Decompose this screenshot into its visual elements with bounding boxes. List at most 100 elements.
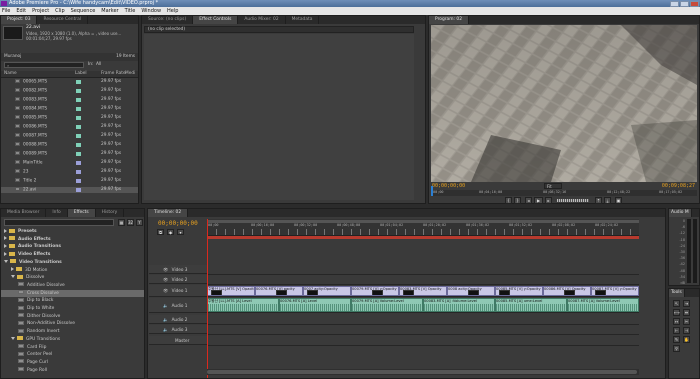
track-video3[interactable]: 👁 Video 3 [149,265,207,274]
effects-folder[interactable]: Video Effects [1,251,144,258]
speaker-icon[interactable]: 🔈 [163,327,168,332]
label-color-swatch[interactable] [76,152,81,156]
tab-project[interactable]: Project: 03 [1,16,38,24]
menu-project[interactable]: Project [32,7,49,15]
extract-button[interactable]: ⤓ [604,197,611,204]
audio-clip[interactable]: 00079.MTS [A] Volume:Level [351,298,423,312]
mark-in-button[interactable]: { [505,197,512,204]
yuv-effects-icon[interactable]: Y [136,219,143,226]
project-item-row[interactable]: 00085.MTS 29.97 fps [1,115,138,121]
menu-clip[interactable]: Clip [55,7,64,15]
minimize-button[interactable] [670,0,679,7]
label-color-swatch[interactable] [76,107,81,111]
column-media[interactable]: Medi [125,71,135,77]
video-clip[interactable]: 00079.MTS [V] y:Opacity [351,286,399,296]
tab-info[interactable]: Info [46,209,68,217]
audio-clip[interactable]: 주왕산 [LL].MTS [A] Level [207,298,279,312]
label-color-swatch[interactable] [76,179,81,183]
tab-source[interactable]: Source: (no clips) [142,16,194,24]
track-video2[interactable]: 👁 Video 2 [149,275,207,284]
tab-history[interactable]: History [96,209,125,217]
speaker-icon[interactable]: 🔈 [163,317,168,322]
effects-folder[interactable]: Presets [1,228,144,235]
effects-folder[interactable]: Video Transitions [1,259,144,266]
tab-effect-controls[interactable]: Effect Controls [193,16,239,24]
audio3-track-area[interactable] [207,325,639,335]
project-item-row[interactable]: 00088.MTS 29.97 fps [1,142,138,148]
video-clip[interactable]: 00086.MTS [V] Opacity [543,286,591,296]
effects-folder[interactable]: Dissolve [1,274,144,281]
label-color-swatch[interactable] [76,143,81,147]
master-track-area[interactable] [207,336,639,346]
video3-track-area[interactable] [207,265,639,275]
video-clip[interactable]: 00076.MTS [V] pacity [255,286,303,296]
32bit-effects-icon[interactable]: 32 [127,219,134,226]
collapse-triangle-icon[interactable] [4,243,7,248]
timeline-scroll-thumb[interactable] [207,370,637,374]
effect-item[interactable]: Additive Dissolve [1,282,144,289]
project-item-row[interactable]: 00065.MTS 29.97 fps [1,79,138,85]
tab-audio-mixer[interactable]: Audio Mixer: 02 [238,16,286,24]
project-item-row[interactable]: 00089.MTS 29.97 fps [1,151,138,157]
tab-audio-meters[interactable]: Audio M [669,209,692,217]
lift-button[interactable]: ⤒ [595,197,602,204]
label-color-swatch[interactable] [76,125,81,129]
step-back-icon[interactable]: ◂ [525,197,532,204]
accelerated-effects-icon[interactable]: ▦ [118,219,125,226]
video-clip[interactable]: 00085.MTS [V] y:Opacity [495,286,543,296]
effect-item[interactable]: Cross Dissolve [1,289,144,297]
rate-stretch-tool-icon[interactable]: ↔ [673,318,680,325]
audio-clip[interactable]: 00076.MTS [A] Level [279,298,351,312]
effects-folder[interactable]: Audio Effects [1,236,144,243]
effect-item[interactable]: Non-Additive Dissolve [1,320,144,327]
tab-tools[interactable]: Tools [669,289,685,297]
column-frame-rate[interactable]: Frame Rate [101,71,126,77]
audio-clip[interactable]: 00085.MTS [A] ume:Level [495,298,567,312]
menu-help[interactable]: Help [167,7,178,15]
track-select-tool-icon[interactable]: ⇥ [683,300,690,307]
effect-item[interactable]: Dip to White [1,305,144,312]
menu-title[interactable]: Title [125,7,136,15]
eye-icon[interactable]: 👁 [163,277,168,282]
menu-marker[interactable]: Marker [101,7,118,15]
mark-out-button[interactable]: } [514,197,521,204]
razor-tool-icon[interactable]: ✂ [683,318,690,325]
track-audio3[interactable]: 🔈 Audio 3 [149,325,207,334]
tab-timeline[interactable]: Timeline: 02 [148,209,189,217]
column-name[interactable]: Name [4,71,17,77]
effects-folder[interactable]: 3D Motion [1,267,144,274]
zoom-dropdown[interactable]: Fit [544,183,562,189]
video2-track-area[interactable] [207,275,639,285]
timeline-ruler[interactable]: 00;00 00;00;16;00 00;00;32;00 00;00;48;00 00… [207,219,639,236]
project-item-row[interactable]: 23 29.97 fps [1,169,138,175]
play-button[interactable]: ▶ [534,197,543,204]
tab-effects[interactable]: Effects [67,209,96,217]
audio-clip[interactable]: 00083.MTS [A] :Volume:Level [423,298,495,312]
expand-triangle-icon[interactable] [11,336,15,340]
project-item-row[interactable]: 22.avi 29.97 fps [1,187,138,193]
tab-program[interactable]: Program: 02 [429,16,469,24]
jog-wheel[interactable] [557,199,589,202]
set-encore-marker-icon[interactable]: ▾ [177,229,184,235]
collapse-triangle-icon[interactable] [4,251,7,256]
label-color-swatch[interactable] [76,98,81,102]
column-label[interactable]: Label [75,71,87,77]
project-item-row[interactable]: 00087.MTS 29.97 fps [1,133,138,139]
project-search-input[interactable]: ⌕ [4,62,84,68]
menu-window[interactable]: Window [141,7,161,15]
label-color-swatch[interactable] [76,134,81,138]
track-audio1[interactable]: 🔈 Audio 1 [149,298,207,313]
project-item-row[interactable]: 00083.MTS 29.97 fps [1,97,138,103]
timeline-scrollbar[interactable] [207,369,639,375]
effect-item[interactable]: Page Roll [1,367,144,374]
audio-clip[interactable]: 00087.MTS [A] Volume:Level [567,298,639,312]
effects-folder[interactable]: Audio Transitions [1,243,144,250]
track-audio2[interactable]: 🔈 Audio 2 [149,315,207,324]
label-color-swatch[interactable] [76,161,81,165]
label-color-swatch[interactable] [76,80,81,84]
video1-track-area[interactable]: 주왕산 [LL].MTS [V] Opacity 00076.MTS [V] pa… [207,286,639,297]
close-button[interactable] [690,0,699,7]
zoom-tool-icon[interactable]: ⚲ [673,345,680,352]
eye-icon[interactable]: 👁 [163,288,168,293]
export-frame-button[interactable]: ▣ [615,197,622,204]
